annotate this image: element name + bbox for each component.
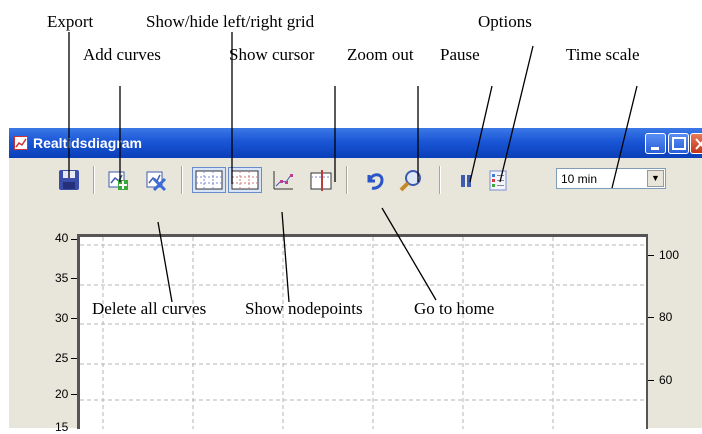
annotation-delete-all-curves: Delete all curves: [92, 299, 207, 318]
toolbar-separator: [181, 166, 183, 194]
minimize-button[interactable]: [645, 133, 666, 154]
right-axis-tick-label: 100: [659, 248, 680, 262]
time-scale-dropdown[interactable]: 10 min ▼: [556, 168, 666, 189]
annotation-show-cursor: Show cursor: [229, 45, 315, 64]
right-axis: [646, 234, 648, 429]
right-axis-tickmark: [648, 255, 654, 256]
undo-arrow-icon[interactable]: [362, 168, 386, 192]
annotation-pause: Pause: [440, 45, 480, 64]
window-title: Realtidsdiagram: [33, 135, 142, 151]
toolbar-separator: [439, 166, 441, 194]
annotation-show-nodepoints: Show nodepoints: [245, 299, 363, 318]
right-grid-icon[interactable]: [228, 167, 262, 193]
left-grid-icon[interactable]: [192, 167, 226, 193]
left-axis-tick-label: 25: [55, 351, 69, 365]
annotation-show-hide-grid: Show/hide left/right grid: [146, 12, 315, 31]
chart-app-icon: [14, 136, 28, 150]
annotation-zoom-out: Zoom out: [347, 45, 414, 64]
left-axis-tick-label: 30: [55, 311, 69, 325]
time-scale-value: 10 min: [561, 172, 598, 186]
nodepoints-icon[interactable]: [271, 168, 295, 192]
toolbar-separator: [93, 166, 95, 194]
toolbar: 10 min ▼: [9, 158, 702, 202]
chart-plot-area[interactable]: [77, 234, 646, 429]
grid-lines: [80, 237, 646, 429]
toolbar-separator: [346, 166, 348, 194]
annotation-export: Export: [47, 12, 94, 31]
right-axis-tickmark: [648, 317, 654, 318]
right-axis-tick-label: 60: [659, 373, 673, 387]
title-bar[interactable]: Realtidsdiagram: [9, 128, 702, 158]
cursor-icon[interactable]: [309, 168, 333, 192]
add-curve-icon[interactable]: [106, 168, 130, 192]
maximize-button[interactable]: [668, 133, 689, 154]
annotation-options: Options: [478, 12, 532, 31]
pause-icon[interactable]: [454, 168, 478, 192]
annotation-go-to-home: Go to home: [414, 299, 495, 318]
left-axis-tick-label: 20: [55, 387, 69, 401]
right-axis-tick-label: 80: [659, 310, 673, 324]
delete-curves-icon[interactable]: [144, 168, 168, 192]
left-axis-tick-label: 40: [55, 231, 69, 245]
options-icon[interactable]: [486, 168, 510, 192]
realtime-diagram-window: Realtidsdiagram 10 min ▼ 40 35 30 25 20 …: [9, 128, 702, 434]
left-axis-tick-label: 15: [55, 420, 69, 434]
annotation-time-scale: Time scale: [566, 45, 640, 64]
right-axis-tickmark: [648, 380, 654, 381]
magnifier-icon[interactable]: [398, 168, 422, 192]
floppy-disk-icon[interactable]: [57, 168, 81, 192]
chevron-down-icon[interactable]: ▼: [647, 170, 664, 187]
left-axis-tick-label: 35: [55, 271, 69, 285]
close-button[interactable]: [690, 133, 702, 154]
annotation-add-curves: Add curves: [83, 45, 161, 64]
